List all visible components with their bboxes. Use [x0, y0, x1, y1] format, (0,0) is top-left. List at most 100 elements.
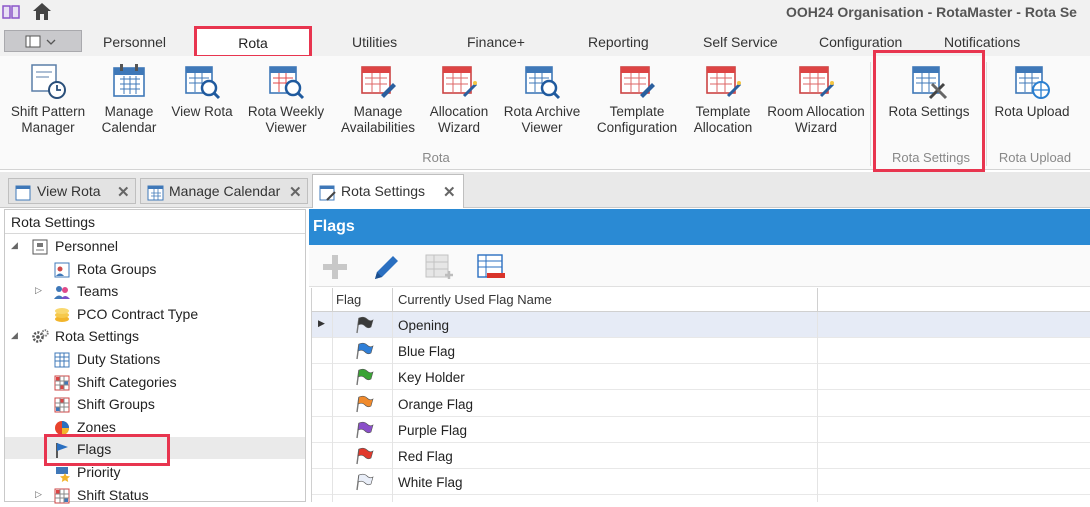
tab-self-service[interactable]: Self Service	[703, 34, 778, 50]
flag-icon	[356, 421, 374, 438]
close-icon[interactable]: ✕	[443, 183, 456, 201]
room-allocation-wizard-button[interactable]: Room Allocation Wizard	[764, 62, 868, 136]
flags-highlight	[44, 434, 170, 466]
duty-stations-icon	[54, 352, 70, 368]
tree-item-label: Shift Status	[77, 486, 149, 503]
column-header-flag-name[interactable]: Currently Used Flag Name	[398, 292, 552, 307]
shift-pattern-manager-button[interactable]: Shift Pattern Manager	[6, 62, 90, 136]
rota-archive-viewer-button[interactable]: Rota Archive Viewer	[500, 62, 584, 136]
add-icon[interactable]	[319, 251, 351, 283]
view-rota-icon	[185, 66, 221, 100]
tab-rota[interactable]: Rota	[194, 26, 312, 58]
tab-finance[interactable]: Finance+	[467, 34, 525, 50]
tab-utilities[interactable]: Utilities	[352, 34, 397, 50]
expand-arrow-icon[interactable]: ▷	[35, 285, 45, 296]
room-allocation-icon	[799, 66, 835, 98]
doc-tab-rota-settings-label: Rota Settings	[341, 183, 426, 199]
add-row-icon[interactable]	[423, 251, 455, 283]
ribbon-separator	[870, 62, 871, 166]
home-icon[interactable]	[32, 2, 52, 21]
template-configuration-label: Template Configuration	[596, 104, 678, 135]
column-divider	[392, 288, 393, 312]
column-header-flag[interactable]: Flag	[336, 292, 361, 307]
template-configuration-button[interactable]: Template Configuration	[592, 62, 682, 136]
menu-dropdown-icon	[25, 35, 56, 48]
ribbon-separator	[986, 62, 987, 166]
coins-icon	[55, 307, 69, 322]
rota-upload-label: Rota Upload	[994, 104, 1070, 119]
flags-grid: Flag Currently Used Flag Name ▶ Opening Bl…	[311, 288, 1090, 502]
rota-upload-button[interactable]: Rota Upload	[990, 62, 1074, 120]
tree-item-duty-stations[interactable]: Duty Stations	[35, 349, 299, 371]
close-icon[interactable]: ✕	[117, 183, 130, 201]
column-divider	[332, 288, 333, 312]
tree-item-shift-groups[interactable]: Shift Groups	[35, 394, 299, 416]
tree-item-shift-categories[interactable]: Shift Categories	[35, 372, 299, 394]
tree-item-personnel[interactable]: ◢ Personnel	[11, 236, 299, 258]
manage-availabilities-button[interactable]: Manage Availabilities	[338, 62, 418, 136]
collapse-arrow-icon[interactable]: ◢	[11, 330, 21, 341]
rota-settings-icon	[319, 185, 336, 201]
app-menu-button[interactable]	[4, 30, 82, 52]
table-row[interactable]: ▶ Opening	[312, 312, 1090, 338]
tree-item-label: Shift Groups	[77, 396, 155, 413]
doc-tab-rota-settings[interactable]: Rota Settings ✕	[312, 174, 464, 208]
tree-panel-title: Rota Settings	[5, 210, 305, 234]
archive-viewer-icon	[525, 66, 561, 100]
flag-name-cell: Orange Flag	[398, 396, 474, 412]
doc-tab-manage-calendar[interactable]: Manage Calendar ✕	[140, 178, 308, 204]
template-allocation-button[interactable]: Template Allocation	[688, 62, 758, 136]
close-icon[interactable]: ✕	[289, 183, 302, 201]
tree-item-rota-settings[interactable]: ◢ Rota Settings	[11, 326, 299, 348]
tree-item-shift-status[interactable]: ▷ Shift Status	[35, 485, 299, 507]
tree-item-teams[interactable]: ▷ Teams	[35, 281, 299, 303]
table-row[interactable]: Blue Flag	[312, 338, 1090, 365]
teams-icon	[54, 286, 70, 300]
table-row[interactable]: Red Flag	[312, 443, 1090, 469]
column-divider	[817, 288, 818, 312]
rota-weekly-viewer-button[interactable]: Rota Weekly Viewer	[244, 62, 328, 136]
view-rota-label: View Rota	[171, 104, 233, 119]
ribbon-group-rota-upload: Rota Upload	[998, 150, 1072, 165]
template-allocation-label: Template Allocation	[693, 104, 753, 135]
manage-calendar-button[interactable]: Manage Calendar	[96, 62, 162, 136]
tab-personnel[interactable]: Personnel	[103, 34, 166, 50]
doc-tab-view-rota-label: View Rota	[37, 183, 101, 199]
tree-item-pco-contract-type[interactable]: PCO Contract Type	[35, 304, 299, 326]
doc-tab-view-rota[interactable]: View Rota ✕	[8, 178, 136, 204]
shift-categories-icon	[54, 375, 70, 391]
flag-name-cell: Key Holder	[398, 370, 465, 386]
tab-reporting[interactable]: Reporting	[588, 34, 649, 50]
tree-item-label: Teams	[77, 283, 119, 300]
collapse-arrow-icon[interactable]: ◢	[11, 240, 21, 251]
template-allocation-icon	[706, 66, 742, 98]
tree-item-label: Priority	[77, 464, 121, 480]
flag-name-cell: Purple Flag	[398, 422, 468, 438]
tree-item-label: Personnel	[55, 238, 119, 254]
table-row[interactable]: Orange Flag	[312, 391, 1090, 417]
rota-groups-icon	[54, 262, 70, 278]
allocation-wizard-icon	[442, 66, 478, 98]
tab-notifications[interactable]: Notifications	[944, 34, 1020, 50]
edit-icon[interactable]	[371, 251, 403, 283]
expand-arrow-icon[interactable]: ▷	[35, 489, 45, 500]
table-row[interactable]: White Flag	[312, 469, 1090, 496]
rota-archive-viewer-label: Rota Archive Viewer	[503, 104, 581, 135]
table-row[interactable]: Key Holder	[312, 364, 1090, 391]
flag-icon	[356, 343, 374, 360]
flags-toolbar	[309, 245, 1090, 287]
allocation-wizard-button[interactable]: Allocation Wizard	[424, 62, 494, 136]
tree-item-rota-groups[interactable]: Rota Groups	[35, 259, 299, 281]
view-rota-button[interactable]: View Rota	[168, 62, 236, 120]
table-row[interactable]: Purple Flag	[312, 417, 1090, 443]
grid-column-line	[817, 312, 818, 502]
template-config-icon	[620, 66, 655, 98]
flag-name-cell: Red Flag	[398, 449, 453, 464]
tab-configuration[interactable]: Configuration	[819, 34, 902, 50]
window-title: OOH24 Organisation - RotaMaster - Rota S…	[786, 4, 1077, 20]
doc-tab-manage-calendar-label: Manage Calendar	[169, 183, 281, 199]
book-icon[interactable]	[2, 4, 20, 20]
tab-rota-label: Rota	[238, 35, 268, 51]
tree-item-label: Rota Groups	[77, 260, 157, 277]
delete-row-icon[interactable]	[475, 251, 507, 283]
